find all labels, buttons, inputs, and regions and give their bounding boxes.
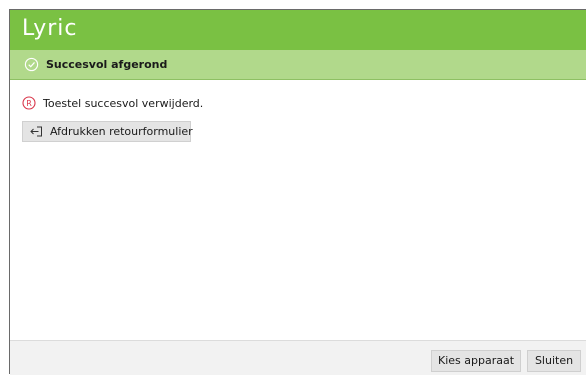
app-logo: Lyric	[22, 16, 78, 41]
status-banner: Succesvol afgerond	[10, 50, 586, 80]
registered-r-icon: R	[22, 96, 36, 110]
check-circle-icon	[24, 57, 39, 72]
print-button-label: Afdrukken retourformulier	[50, 125, 193, 138]
message-text: Toestel succesvol verwijderd.	[43, 97, 204, 110]
print-return-form-button[interactable]: Afdrukken retourformulier	[22, 121, 193, 142]
status-text: Succesvol afgerond	[46, 58, 168, 71]
dialog-window: Lyric Succesvol afgerond R Toestel succe…	[9, 9, 586, 375]
return-arrow-icon	[30, 126, 42, 137]
title-bar: Lyric	[10, 10, 586, 50]
choose-device-button[interactable]: Kies apparaat	[431, 350, 521, 372]
svg-text:R: R	[26, 99, 32, 108]
dialog-footer: Kies apparaat Sluiten	[10, 340, 586, 375]
close-button[interactable]: Sluiten	[527, 350, 581, 372]
